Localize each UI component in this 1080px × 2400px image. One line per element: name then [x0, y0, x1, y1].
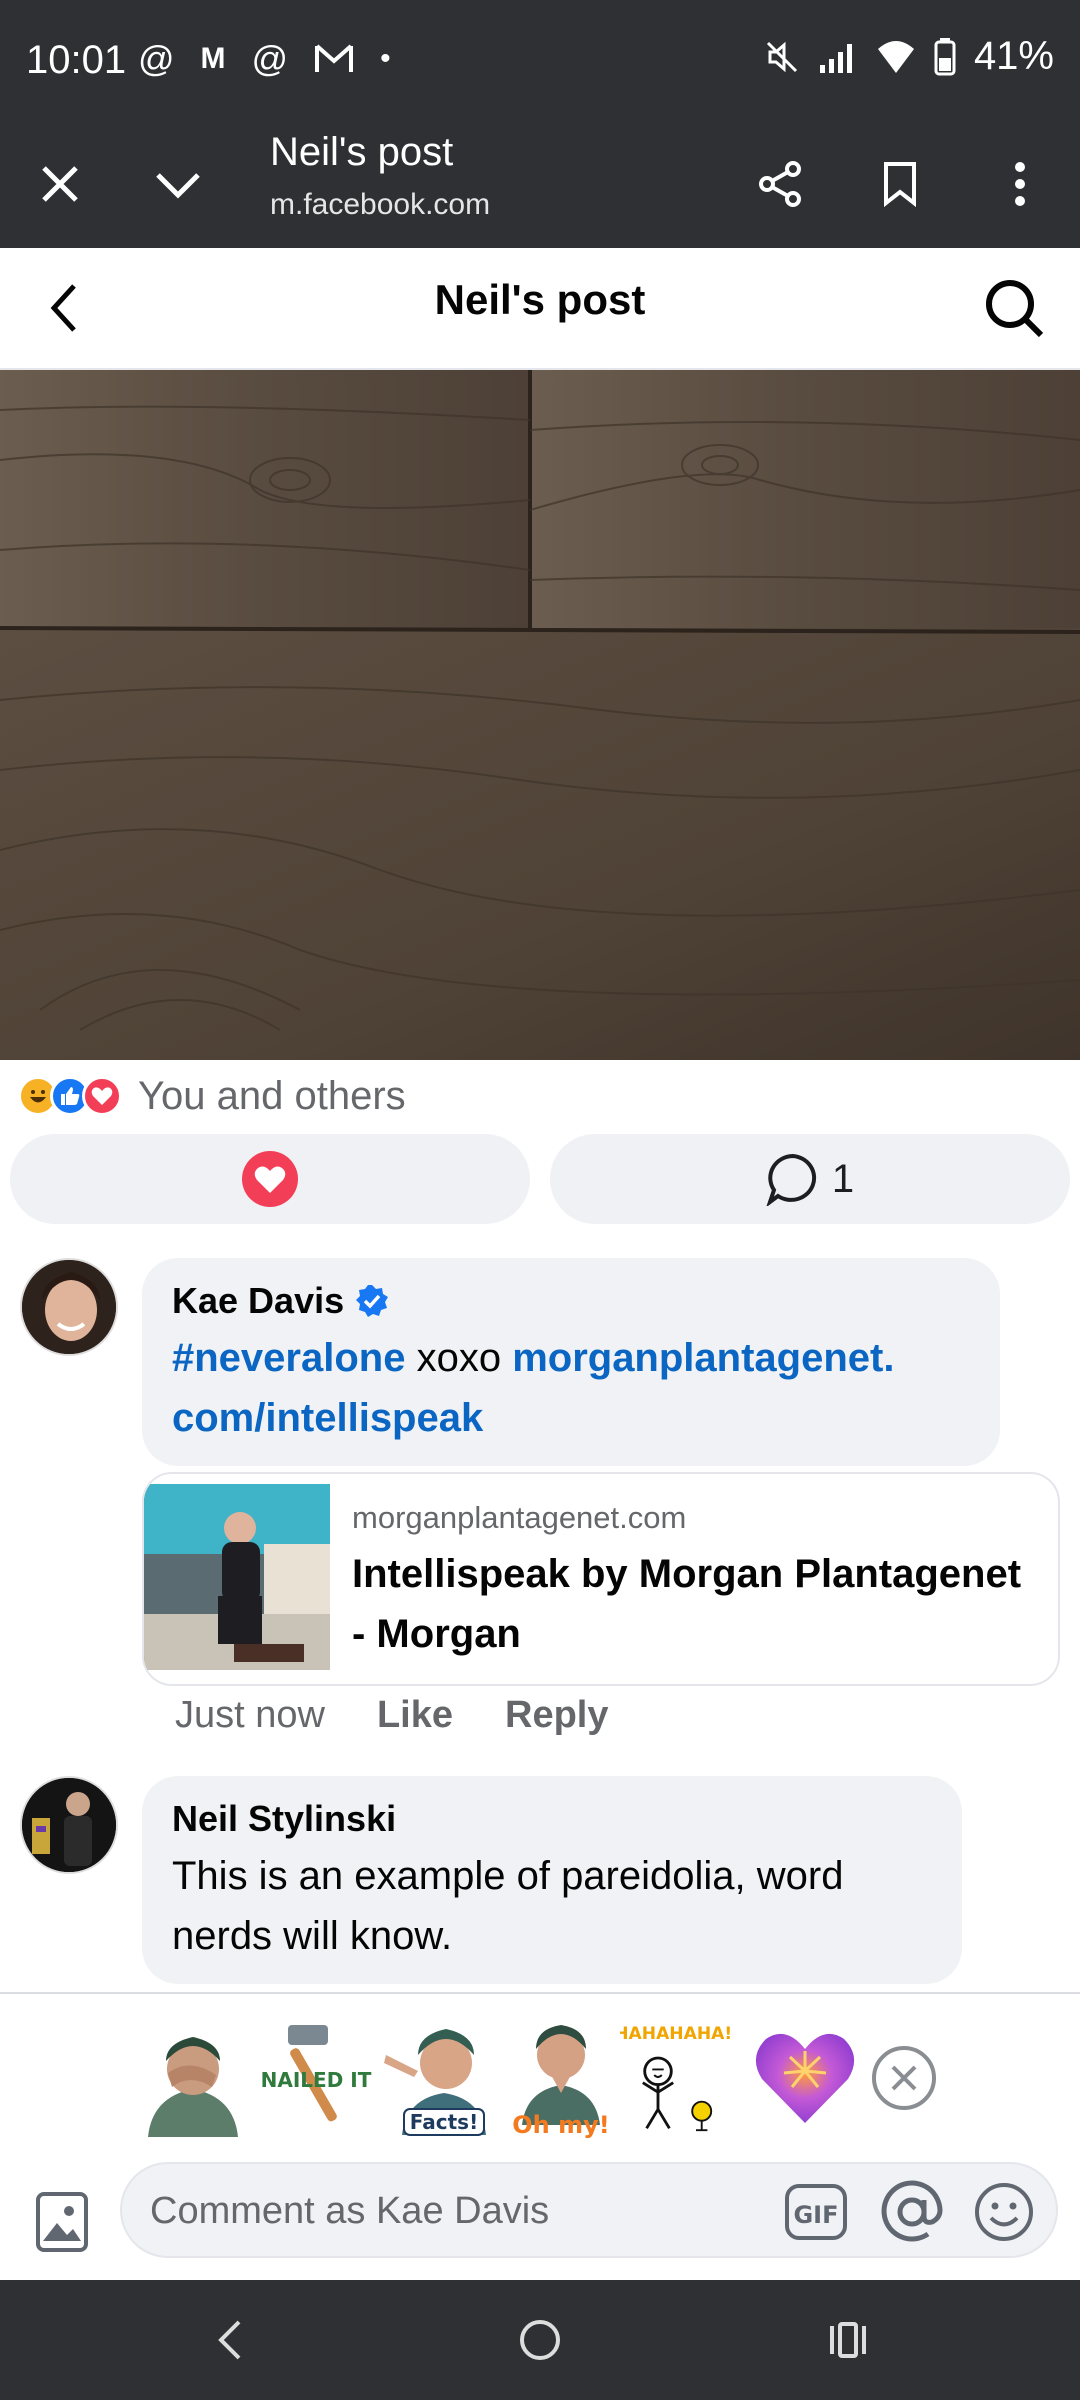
search-icon[interactable] [976, 270, 1052, 346]
photo-icon[interactable] [30, 2190, 94, 2254]
close-icon[interactable] [22, 146, 98, 222]
gif-icon[interactable]: GIF [784, 2180, 848, 2244]
sticker-caption: Oh my! [512, 2111, 609, 2139]
hashtag-link[interactable]: #neveralone [172, 1336, 405, 1380]
comment-button[interactable]: 1 [550, 1134, 1070, 1224]
status-bar: 10:01 @ M @ • 41% [0, 0, 1080, 122]
avatar[interactable] [20, 1776, 118, 1874]
comment-url-link-line2[interactable]: com/intellispeak [172, 1396, 483, 1440]
close-stickers-icon[interactable] [872, 2046, 936, 2110]
comment-bubble[interactable]: Kae Davis #neveralone xoxo morganplantag… [142, 1258, 1000, 1466]
sticker-facepalm[interactable] [136, 2012, 250, 2142]
browser-url[interactable]: m.facebook.com [270, 188, 490, 222]
comment-author[interactable]: Kae Davis [172, 1280, 970, 1322]
chevron-down-icon[interactable] [140, 146, 216, 222]
link-preview-thumbnail [144, 1484, 330, 1670]
medium-icon: M [200, 42, 226, 75]
gmail-icon [315, 44, 354, 72]
mention-icon[interactable] [880, 2180, 944, 2244]
share-icon[interactable] [742, 146, 818, 222]
browser-toolbar: Neil's post m.facebook.com [0, 122, 1080, 248]
comment-composer: Comment as Kae Davis GIF [0, 2162, 1080, 2280]
nav-back-icon[interactable] [190, 2310, 270, 2370]
sticker-heart[interactable] [748, 2012, 862, 2142]
emoji-icon[interactable] [972, 2180, 1036, 2244]
link-preview-card[interactable]: morganplantagenet.com Intellispeak by Mo… [142, 1472, 1060, 1686]
sticker-oh-my[interactable]: Oh my! [504, 2012, 618, 2142]
comment-bubble[interactable]: Neil Stylinski This is an example of par… [142, 1776, 962, 1984]
comment-text: This is an example of pareidolia, word n… [172, 1854, 844, 1958]
wifi-icon [877, 40, 914, 73]
nav-home-icon[interactable] [500, 2310, 580, 2370]
comment-count: 1 [831, 1156, 855, 1201]
browser-page-title: Neil's post [270, 130, 454, 174]
bookmark-icon[interactable] [862, 146, 938, 222]
comment-author-name[interactable]: Kae Davis [172, 1280, 344, 1322]
comment-input-placeholder: Comment as Kae Davis [150, 2190, 550, 2232]
love-reaction-button[interactable] [10, 1134, 530, 1224]
comment-body: xoxo [405, 1336, 513, 1380]
verified-badge-icon [356, 1285, 389, 1317]
more-options-icon[interactable] [982, 146, 1058, 222]
sticker-caption: NAILED IT [261, 2068, 372, 2092]
status-time: 10:01 [26, 38, 127, 82]
reaction-summary-text: You and others [138, 1073, 406, 1118]
link-preview-title: Intellispeak by Morgan Plantagenet - Mor… [352, 1552, 1022, 1656]
avatar[interactable] [20, 1258, 118, 1356]
comment-input[interactable]: Comment as Kae Davis GIF [120, 2162, 1058, 2258]
notification-icons: @ M @ • [138, 38, 391, 80]
comment-url-link-line1[interactable]: morganplantagenet. [512, 1336, 894, 1380]
battery-percent: 41% [973, 34, 1054, 78]
heart-icon [242, 1151, 298, 1207]
mute-icon [766, 41, 797, 72]
battery-icon [934, 37, 956, 75]
page-title: Neil's post [434, 276, 646, 323]
comment-like-button[interactable]: Like [377, 1694, 453, 1737]
svg-text:GIF: GIF [793, 2201, 838, 2229]
link-preview-domain: morganplantagenet.com [352, 1500, 687, 1535]
post-header: Neil's post [0, 248, 1080, 370]
sticker-nailed-it[interactable]: NAILED IT [258, 2012, 372, 2142]
wood-floor-image [0, 370, 1080, 1060]
sticker-hahaha[interactable]: HAHAHAHA! [620, 2012, 734, 2142]
love-reaction-icon [82, 1076, 122, 1116]
sticker-caption: Facts! [410, 2110, 478, 2134]
comment-icon [766, 1153, 816, 1206]
comment-author[interactable]: Neil Stylinski [172, 1798, 932, 1840]
reaction-summary[interactable]: You and others [18, 1072, 406, 1120]
sticker-caption: HAHAHAHA! [620, 2024, 732, 2044]
comment-text: #neveralone xoxo morganplantagenet. com/i… [172, 1328, 970, 1448]
comment-author-name[interactable]: Neil Stylinski [172, 1798, 396, 1840]
comment-timestamp: Just now [175, 1694, 325, 1736]
system-nav-bar [0, 2280, 1080, 2400]
threads-icon: @ [138, 38, 175, 79]
threads-icon: @ [251, 38, 289, 79]
dot-icon: • [380, 42, 391, 75]
comment-meta: Just now Like Reply [175, 1694, 609, 1737]
comment-reply-button[interactable]: Reply [505, 1694, 608, 1737]
nav-recents-icon[interactable] [808, 2310, 888, 2370]
post-photo[interactable] [0, 370, 1080, 1060]
sticker-facts[interactable]: Facts! [384, 2012, 498, 2142]
signal-icon [819, 43, 852, 73]
sticker-suggestions: NAILED IT Facts! Oh my! HAHAHAHA! [0, 1992, 1080, 2162]
post-actions: 1 [10, 1134, 1070, 1224]
